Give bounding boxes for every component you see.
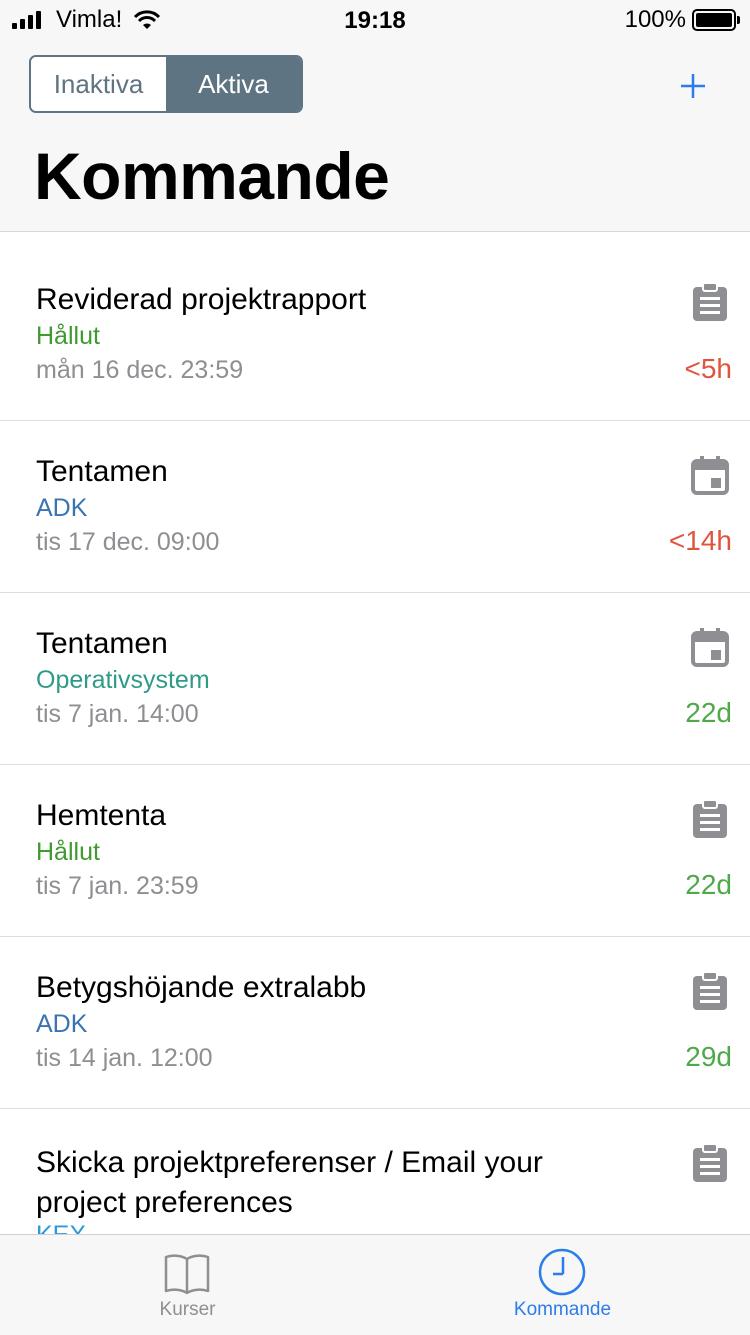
item-title: Tentamen <box>36 627 168 660</box>
upcoming-list: Reviderad projektrapport Hållut mån 16 d… <box>0 232 750 1239</box>
item-date: tis 7 jan. 23:59 <box>36 872 199 900</box>
tab-bar: Kurser Kommande <box>0 1234 750 1335</box>
item-date: tis 7 jan. 14:00 <box>36 700 199 728</box>
time-remaining: 22d <box>685 869 732 900</box>
clipboard-icon <box>693 799 727 838</box>
tab-kurser[interactable]: Kurser <box>0 1235 375 1335</box>
time-remaining: <5h <box>684 353 733 384</box>
clipboard-icon <box>693 971 727 1010</box>
time-remaining: <14h <box>668 525 732 556</box>
clipboard-icon <box>693 1143 727 1182</box>
item-course: Hållut <box>36 838 100 866</box>
item-course: ADK <box>36 494 88 522</box>
clock-icon <box>538 1248 586 1296</box>
time-remaining: 22d <box>685 697 732 728</box>
list-item[interactable]: Skicka projektpreferenser / Email your p… <box>0 1109 750 1239</box>
tab-kommande[interactable]: Kommande <box>375 1235 750 1335</box>
clipboard-icon <box>693 282 727 321</box>
item-date: tis 14 jan. 12:00 <box>36 1044 213 1072</box>
segment-inaktiva[interactable]: Inaktiva <box>31 57 166 111</box>
list-item[interactable]: Hemtenta Hållut tis 7 jan. 23:59 22d <box>0 765 750 937</box>
plus-icon <box>681 74 705 98</box>
segmented-control: Inaktiva Aktiva <box>29 55 303 113</box>
segment-aktiva[interactable]: Aktiva <box>166 57 301 111</box>
battery-percent: 100% <box>624 6 686 33</box>
list-item[interactable]: Tentamen ADK tis 17 dec. 09:00 <14h <box>0 421 750 593</box>
battery-icon <box>692 9 740 31</box>
item-course: ADK <box>36 1010 88 1038</box>
navigation-header: Inaktiva Aktiva Kommande <box>0 40 750 232</box>
item-date: tis 17 dec. 09:00 <box>36 528 220 556</box>
item-course: Operativsystem <box>36 666 210 694</box>
book-icon <box>164 1254 210 1295</box>
tab-label: Kurser <box>159 1299 216 1320</box>
list-item[interactable]: Tentamen Operativsystem tis 7 jan. 14:00… <box>0 593 750 765</box>
item-title: Betygshöjande extralabb <box>36 971 367 1004</box>
item-title: Skicka projektpreferenser / Email your p… <box>36 1146 543 1219</box>
calendar-icon <box>691 628 729 667</box>
item-title: Hemtenta <box>36 799 167 832</box>
list-item[interactable]: Reviderad projektrapport Hållut mån 16 d… <box>0 232 750 421</box>
add-button[interactable] <box>670 68 716 104</box>
calendar-icon <box>691 456 729 495</box>
status-right: 100% <box>624 6 740 34</box>
page-title: Kommande <box>34 139 390 213</box>
item-title: Tentamen <box>36 455 168 488</box>
item-title: Reviderad projektrapport <box>36 283 367 316</box>
time-remaining: 29d <box>685 1041 732 1072</box>
status-bar: Vimla! 19:18 100% <box>0 0 750 40</box>
item-course: Hållut <box>36 322 100 350</box>
item-date: mån 16 dec. 23:59 <box>36 356 244 384</box>
tab-label: Kommande <box>513 1299 612 1320</box>
list-item[interactable]: Betygshöjande extralabb ADK tis 14 jan. … <box>0 937 750 1109</box>
